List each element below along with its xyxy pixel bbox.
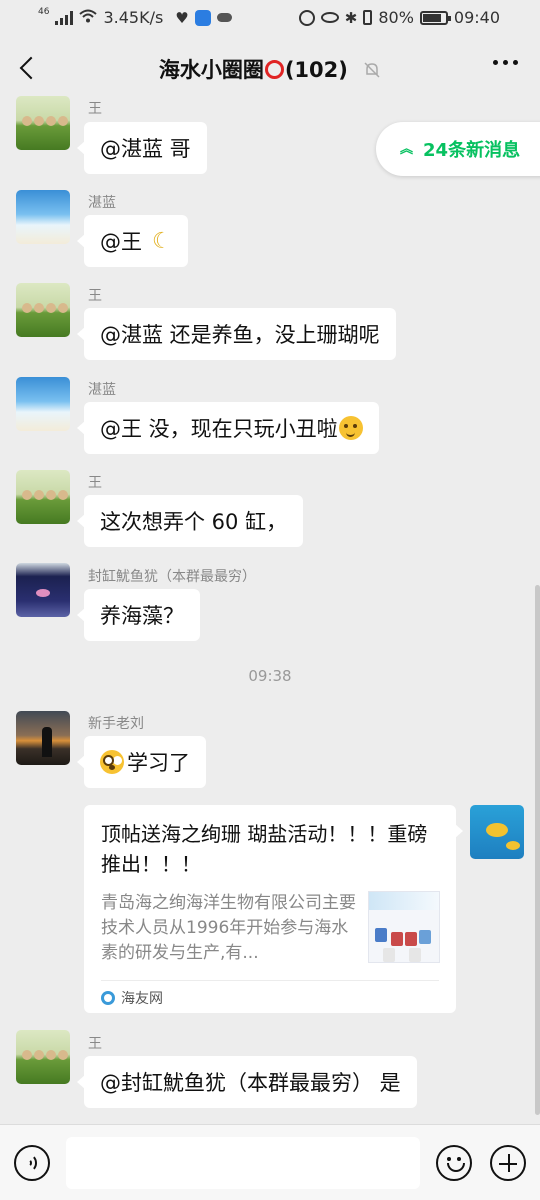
sender-name: 王 (88, 1036, 102, 1052)
network-type: 46 (38, 6, 50, 17)
avatar-wang[interactable] (16, 470, 70, 524)
sender-name: 王 (88, 101, 102, 117)
new-messages-button[interactable]: ︽ 24条新消息 (376, 122, 540, 176)
message-bubble[interactable]: @封缸魷鱼犹（本群最最穷） 是 (77, 1056, 417, 1108)
sender-name: 王 (88, 288, 102, 304)
source-name: 海友网 (121, 991, 163, 1007)
vibrate-icon (363, 10, 373, 25)
battery-percent: 80% (378, 8, 414, 27)
avatar-wang[interactable] (16, 96, 70, 150)
message-input[interactable] (66, 1137, 420, 1189)
source-logo-icon (101, 991, 115, 1005)
message-bubble[interactable]: @王 ☾ (77, 215, 188, 267)
message-bubble[interactable]: @王 没，现在只玩小丑啦 (77, 402, 379, 454)
link-card-thumbnail (368, 891, 440, 963)
bluetooth-icon: ✱ (344, 8, 358, 27)
cloud-icon (216, 13, 232, 22)
avatar-zanlan[interactable] (16, 377, 70, 431)
link-card-source: 海友网 (101, 988, 163, 1008)
sender-name: 湛蓝 (88, 195, 116, 211)
nfc-icon (298, 9, 315, 26)
bulb-app-icon (194, 9, 211, 26)
group-name: 海水小圈圈 (158, 58, 264, 82)
member-count: (102) (284, 58, 348, 82)
avatar-xinshou-laoliu[interactable] (16, 711, 70, 765)
eye-icon (320, 12, 339, 23)
new-messages-label: 24条新消息 (423, 140, 521, 161)
message-bubble[interactable]: @湛蓝 哥 (77, 122, 207, 174)
message-bubble[interactable]: 养海藻？ (77, 589, 200, 641)
avatar-self[interactable] (470, 805, 524, 859)
network-speed: 3.45K/s (103, 8, 164, 27)
heart-app-icon: ♥ (175, 8, 189, 27)
signal-icon (55, 10, 74, 25)
message-text: @湛蓝 哥 (100, 137, 191, 161)
message-text: @封缸魷鱼犹（本群最最穷） 是 (100, 1071, 401, 1095)
shocked-emoji (100, 750, 124, 774)
link-card[interactable]: 顶帖送海之绚珊 瑚盐活动！！！重磅推出！！！ 青岛海之绚海洋生物有限公司主要技术… (84, 805, 463, 1013)
plus-icon[interactable] (490, 1145, 526, 1181)
message-text: @王 (100, 230, 142, 254)
avatar-wang[interactable] (16, 1030, 70, 1084)
message-bubble[interactable]: @湛蓝 还是养鱼，没上珊瑚呢 (77, 308, 396, 360)
red-circle-emoji (264, 60, 284, 79)
scrollbar[interactable] (535, 585, 540, 1115)
status-bar: 46 3.45K/s ♥ ✱ 80% 09:40 (0, 0, 540, 36)
avatar-zanlan[interactable] (16, 190, 70, 244)
message-bubble[interactable]: 这次想弄个 60 缸， (76, 495, 304, 547)
chat-header: 海水小圈圈 (102) (0, 36, 540, 100)
chat-title: 海水小圈圈 (102) (0, 54, 540, 84)
voice-icon[interactable] (14, 1145, 50, 1181)
clock: 09:40 (453, 8, 500, 27)
link-card-description: 青岛海之绚海洋生物有限公司主要技术人员从1996年开始参与海水素的研发与生产,有… (101, 893, 356, 963)
battery-icon (419, 10, 451, 25)
avatar-fenggang[interactable] (16, 563, 70, 617)
avatar-wang[interactable] (16, 283, 70, 337)
smirk-emoji (338, 416, 363, 440)
emoji-icon[interactable] (436, 1145, 472, 1181)
link-card-divider (101, 980, 439, 981)
message-bubble[interactable]: 学习了 (77, 736, 206, 788)
mute-bell-icon (364, 62, 380, 78)
double-chevron-up-icon: ︽ (400, 141, 414, 157)
message-text: @湛蓝 还是养鱼，没上珊瑚呢 (100, 323, 380, 347)
message-text: 这次想弄个 60 缸， (100, 510, 288, 534)
sender-name: 新手老刘 (88, 716, 144, 732)
message-text: @王 没，现在只玩小丑啦 (100, 417, 338, 441)
banana-emoji: ☾ (152, 228, 172, 254)
sender-name: 封缸魷鱼犹（本群最最穷） (88, 569, 256, 585)
message-text: 学习了 (127, 751, 190, 775)
wifi-icon (79, 9, 98, 27)
input-bar (0, 1124, 540, 1200)
sender-name: 湛蓝 (88, 382, 116, 398)
time-separator: 09:38 (248, 667, 292, 685)
message-text: 养海藻？ (100, 604, 184, 628)
sender-name: 王 (88, 475, 102, 491)
link-card-title: 顶帖送海之绚珊 瑚盐活动！！！重磅推出！！！ (101, 822, 428, 876)
more-dots-icon[interactable] (493, 60, 518, 65)
